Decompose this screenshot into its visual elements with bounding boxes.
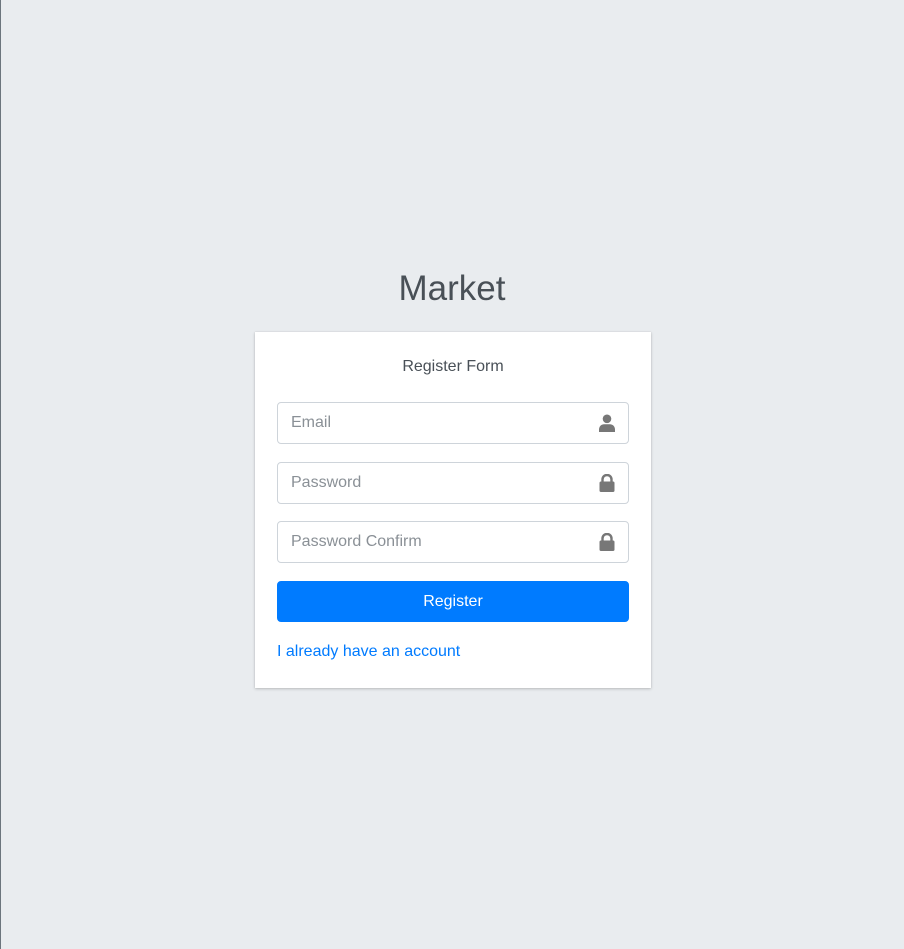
password-confirm-input-group — [277, 521, 629, 563]
login-link[interactable]: I already have an account — [277, 641, 460, 663]
email-input-group — [277, 402, 629, 444]
user-icon — [586, 403, 628, 443]
password-input-group — [277, 462, 629, 504]
password-confirm-field[interactable] — [278, 522, 586, 562]
app-logo: Market — [398, 269, 506, 308]
window-left-edge — [0, 0, 1, 949]
register-card: Register Form Register I already — [255, 332, 651, 688]
lock-icon — [586, 463, 628, 503]
email-field[interactable] — [278, 403, 586, 443]
lock-icon — [586, 522, 628, 562]
password-field[interactable] — [278, 463, 586, 503]
register-form-title: Register Form — [402, 358, 504, 375]
register-button[interactable]: Register — [277, 581, 629, 622]
